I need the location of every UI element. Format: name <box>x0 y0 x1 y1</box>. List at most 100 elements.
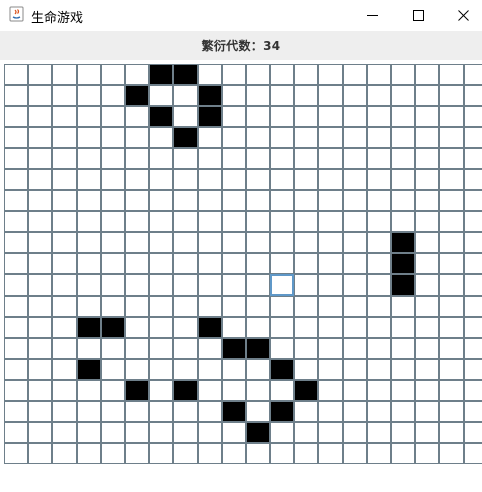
cell-dead[interactable] <box>318 85 343 107</box>
cell-dead[interactable] <box>4 442 29 464</box>
cell-dead[interactable] <box>463 64 482 86</box>
cell-dead[interactable] <box>28 274 53 296</box>
cell-dead[interactable] <box>52 421 77 443</box>
cell-dead[interactable] <box>318 274 343 296</box>
cell-dead[interactable] <box>76 232 101 254</box>
cell-dead[interactable] <box>221 106 246 128</box>
cell-dead[interactable] <box>28 85 53 107</box>
cell-dead[interactable] <box>294 169 319 191</box>
cell-dead[interactable] <box>318 148 343 170</box>
cell-dead[interactable] <box>52 127 77 149</box>
cell-dead[interactable] <box>318 190 343 212</box>
cell-dead[interactable] <box>76 148 101 170</box>
cell-dead[interactable] <box>76 421 101 443</box>
cell-dead[interactable] <box>415 211 440 233</box>
cell-dead[interactable] <box>342 64 367 86</box>
cell-dead[interactable] <box>197 169 222 191</box>
cell-dead[interactable] <box>173 316 198 338</box>
cell-dead[interactable] <box>76 400 101 422</box>
cell-dead[interactable] <box>270 232 295 254</box>
cell-dead[interactable] <box>415 442 440 464</box>
cell-dead[interactable] <box>294 337 319 359</box>
cell-dead[interactable] <box>342 211 367 233</box>
cell-dead[interactable] <box>4 421 29 443</box>
cell-dead[interactable] <box>366 274 391 296</box>
cell-dead[interactable] <box>28 106 53 128</box>
cell-dead[interactable] <box>221 169 246 191</box>
cell-dead[interactable] <box>463 358 482 380</box>
cell-dead[interactable] <box>52 442 77 464</box>
cell-dead[interactable] <box>4 169 29 191</box>
cell-dead[interactable] <box>245 148 271 170</box>
cell-dead[interactable] <box>245 127 271 149</box>
cell-dead[interactable] <box>100 127 125 149</box>
cell-dead[interactable] <box>366 358 391 380</box>
cell-focused[interactable] <box>270 274 295 296</box>
cell-dead[interactable] <box>463 190 482 212</box>
cell-dead[interactable] <box>173 295 198 317</box>
cell-dead[interactable] <box>245 358 271 380</box>
cell-dead[interactable] <box>318 358 343 380</box>
cell-dead[interactable] <box>245 400 271 422</box>
cell-alive[interactable] <box>124 379 150 401</box>
cell-dead[interactable] <box>391 379 416 401</box>
cell-dead[interactable] <box>270 169 295 191</box>
cell-dead[interactable] <box>391 169 416 191</box>
cell-dead[interactable] <box>270 295 295 317</box>
cell-dead[interactable] <box>173 421 198 443</box>
maximize-button[interactable] <box>395 0 441 30</box>
cell-dead[interactable] <box>221 442 246 464</box>
cell-dead[interactable] <box>463 232 482 254</box>
cell-dead[interactable] <box>28 421 53 443</box>
cell-dead[interactable] <box>463 337 482 359</box>
cell-dead[interactable] <box>463 442 482 464</box>
cell-dead[interactable] <box>197 421 222 443</box>
cell-dead[interactable] <box>221 358 246 380</box>
cell-dead[interactable] <box>318 253 343 275</box>
cell-dead[interactable] <box>149 358 174 380</box>
cell-dead[interactable] <box>366 85 391 107</box>
cell-dead[interactable] <box>4 127 29 149</box>
cell-dead[interactable] <box>294 421 319 443</box>
cell-dead[interactable] <box>149 442 174 464</box>
cell-dead[interactable] <box>391 85 416 107</box>
cell-dead[interactable] <box>197 274 222 296</box>
cell-dead[interactable] <box>415 421 440 443</box>
cell-dead[interactable] <box>28 190 53 212</box>
cell-dead[interactable] <box>463 253 482 275</box>
cell-alive[interactable] <box>294 379 319 401</box>
cell-dead[interactable] <box>463 127 482 149</box>
cell-dead[interactable] <box>270 253 295 275</box>
cell-dead[interactable] <box>100 379 125 401</box>
cell-dead[interactable] <box>4 253 29 275</box>
close-button[interactable] <box>440 0 482 30</box>
cell-dead[interactable] <box>415 232 440 254</box>
cell-alive[interactable] <box>76 358 101 380</box>
cell-dead[interactable] <box>391 106 416 128</box>
cell-dead[interactable] <box>173 358 198 380</box>
cell-alive[interactable] <box>391 274 416 296</box>
cell-alive[interactable] <box>270 358 295 380</box>
cell-dead[interactable] <box>197 358 222 380</box>
cell-dead[interactable] <box>4 400 29 422</box>
cell-dead[interactable] <box>197 148 222 170</box>
cell-dead[interactable] <box>52 232 77 254</box>
cell-dead[interactable] <box>463 400 482 422</box>
cell-dead[interactable] <box>318 127 343 149</box>
cell-dead[interactable] <box>366 442 391 464</box>
cell-dead[interactable] <box>342 379 367 401</box>
cell-dead[interactable] <box>342 148 367 170</box>
cell-dead[interactable] <box>149 211 174 233</box>
cell-dead[interactable] <box>52 316 77 338</box>
cell-dead[interactable] <box>318 442 343 464</box>
cell-dead[interactable] <box>4 316 29 338</box>
cell-dead[interactable] <box>415 169 440 191</box>
cell-dead[interactable] <box>221 232 246 254</box>
cell-dead[interactable] <box>245 442 271 464</box>
cell-dead[interactable] <box>439 295 464 317</box>
cell-dead[interactable] <box>100 211 125 233</box>
cell-dead[interactable] <box>173 211 198 233</box>
cell-dead[interactable] <box>149 253 174 275</box>
cell-dead[interactable] <box>366 148 391 170</box>
cell-dead[interactable] <box>245 85 271 107</box>
